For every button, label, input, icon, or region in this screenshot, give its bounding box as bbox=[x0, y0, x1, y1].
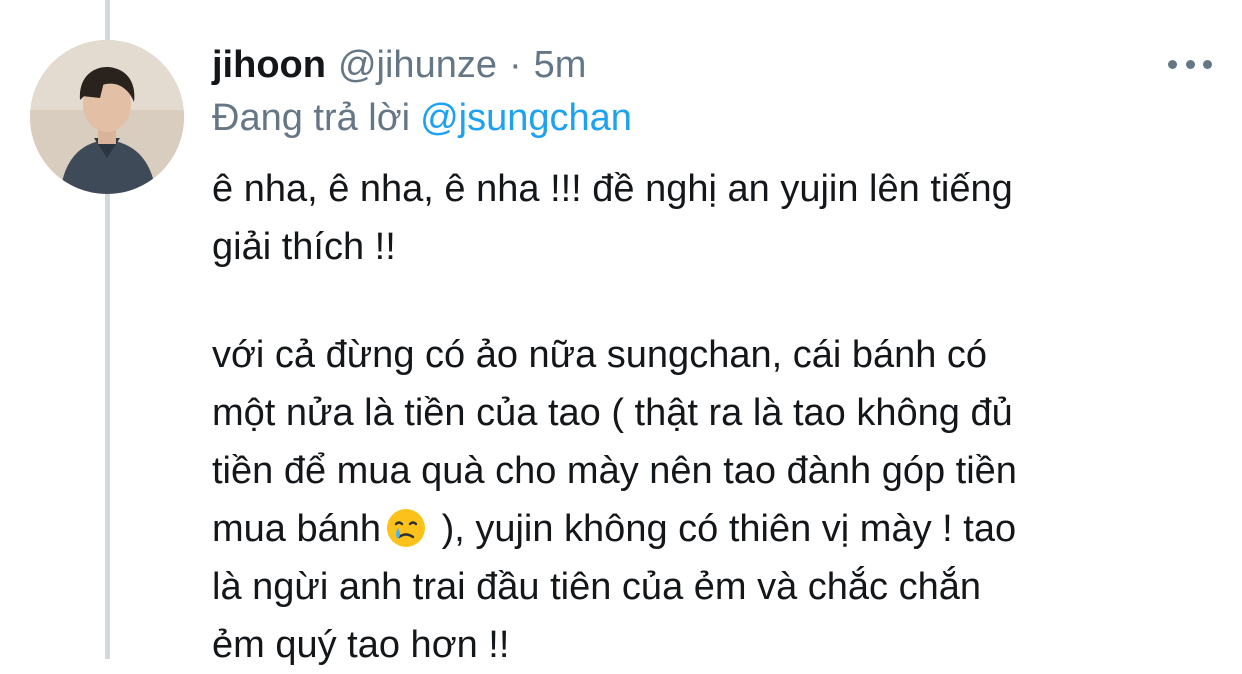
timestamp[interactable]: 5m bbox=[534, 44, 587, 87]
tweet-line-part: mua bánh bbox=[212, 508, 382, 550]
replying-to-label: Đang trả lời bbox=[212, 97, 411, 139]
replying-to-line: Đang trả lời @jsungchan bbox=[212, 97, 632, 140]
avatar-photo bbox=[30, 40, 184, 194]
more-horizontal-icon bbox=[1168, 59, 1177, 69]
tweet-text: ê nha, ê nha, ê nha !!! đề nghị an yujin… bbox=[212, 160, 1212, 674]
tweet-line: ẻm quý tao hơn !! bbox=[212, 624, 510, 666]
tweet-line: với cả đừng có ảo nữa sungchan, cái bánh… bbox=[212, 334, 988, 376]
tweet-line: mua bánh ), yujin không có thiên vị mày … bbox=[212, 500, 1212, 558]
avatar[interactable] bbox=[30, 40, 184, 194]
crying-face-emoji bbox=[387, 509, 426, 547]
tweet-line: là ngừi anh trai đầu tiên của ẻm và chắc… bbox=[212, 566, 982, 608]
tweet-line: ê nha, ê nha, ê nha !!! đề nghị an yujin… bbox=[212, 168, 1013, 210]
tweet-line: tiền để mua quà cho mày nên tao đành góp… bbox=[212, 450, 1017, 492]
tweet-line-part: ), yujin không có thiên vị mày ! tao bbox=[431, 508, 1017, 550]
display-name[interactable]: jihoon bbox=[212, 44, 326, 87]
reply-mention-link[interactable]: @jsungchan bbox=[420, 97, 632, 139]
tweet-line: một nửa là tiền của tao ( thật ra là tao… bbox=[212, 392, 1013, 434]
more-options-button[interactable] bbox=[1168, 56, 1212, 72]
separator-dot: · bbox=[508, 44, 522, 86]
user-handle[interactable]: @jihunze bbox=[338, 44, 497, 87]
tweet-line: giải thích !! bbox=[212, 226, 396, 268]
tweet-header: jihoon @jihunze · 5m bbox=[212, 44, 586, 88]
